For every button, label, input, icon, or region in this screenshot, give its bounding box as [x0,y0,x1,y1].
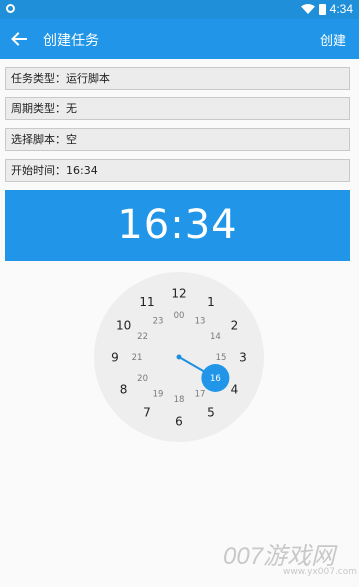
inner-hour-17[interactable]: 17 [195,389,206,399]
outer-hour-8[interactable]: 8 [120,382,128,396]
inner-hour-23[interactable]: 23 [153,317,164,327]
create-button[interactable]: 创建 [320,30,346,49]
outer-hour-1[interactable]: 1 [207,295,215,309]
outer-hour-10[interactable]: 10 [116,318,131,332]
inner-hour-16[interactable]: 16 [210,374,221,384]
battery-icon [318,3,326,15]
watermark-logo: 007游戏网 [223,543,336,570]
inner-hour-19[interactable]: 19 [153,389,164,399]
watermark-url: www.yx007.com [283,567,358,577]
outer-hour-12[interactable]: 12 [171,286,186,300]
wifi-icon [300,4,315,14]
task-type-field[interactable]: 任务类型：运行脚本 [5,67,350,90]
notification-icon [6,4,15,13]
inner-hour-21[interactable]: 21 [132,353,143,363]
status-bar: 4:34 [0,0,359,19]
period-type-field[interactable]: 周期类型：无 [5,97,350,120]
inner-hour-14[interactable]: 14 [210,332,221,342]
status-time: 4:34 [329,2,353,16]
app-bar: 创建任务 创建 [0,19,359,59]
start-time-field[interactable]: 开始时间：16:34 [5,159,350,182]
watermark: 007游戏网 www.yx007.com [223,536,358,584]
clock-center-dot [176,354,182,360]
inner-hour-22[interactable]: 22 [137,332,148,342]
inner-hour-13[interactable]: 13 [195,317,206,327]
outer-hour-6[interactable]: 6 [175,414,183,428]
time-display[interactable]: 16:34 [5,190,350,261]
outer-hour-11[interactable]: 11 [139,295,154,309]
back-arrow-icon[interactable] [9,29,29,49]
outer-hour-4[interactable]: 4 [231,382,239,396]
inner-hour-15[interactable]: 15 [216,353,227,363]
outer-hour-2[interactable]: 2 [231,318,239,332]
inner-hour-20[interactable]: 20 [137,374,148,384]
outer-hour-7[interactable]: 7 [143,406,151,420]
outer-hour-9[interactable]: 9 [111,350,119,364]
outer-hour-3[interactable]: 3 [239,350,247,364]
inner-hour-00[interactable]: 00 [174,311,185,321]
outer-hour-5[interactable]: 5 [207,406,215,420]
inner-hour-18[interactable]: 18 [174,395,185,405]
script-select-field[interactable]: 选择脚本：空 [5,128,350,151]
page-title: 创建任务 [43,33,99,49]
clock-dial[interactable]: 121234567891011001314151617181920212223 [94,272,264,442]
